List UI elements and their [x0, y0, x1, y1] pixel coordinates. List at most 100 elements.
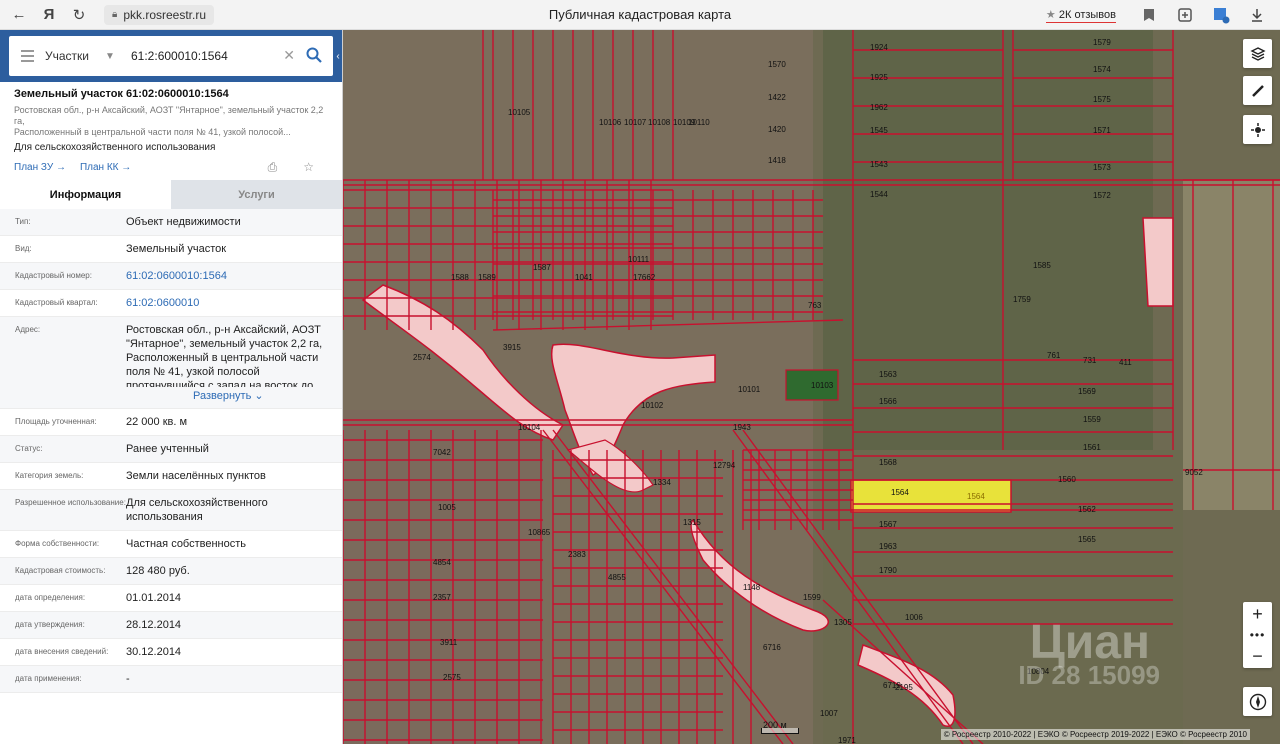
- panel-tabs: Информация Услуги: [0, 180, 342, 209]
- cadastral-number-link[interactable]: 61:02:0600010:1564: [126, 269, 237, 283]
- attr-key: Вид:: [15, 244, 32, 253]
- url-text: pkk.rosreestr.ru: [123, 7, 207, 22]
- attr-value: 28.12.2014: [126, 619, 182, 631]
- zoom-in-icon[interactable]: +: [1243, 602, 1272, 626]
- extension-icon[interactable]: [1168, 0, 1202, 30]
- plan-kk-link[interactable]: План КК →: [80, 162, 131, 173]
- search-input[interactable]: [131, 49, 271, 63]
- tab-info[interactable]: Информация: [0, 180, 171, 209]
- print-icon[interactable]: ⎙: [268, 160, 278, 175]
- parcel-number-label: 1545: [870, 126, 888, 135]
- attributes-table: Тип: Объект недвижимости Вид: Земельный уч…: [0, 209, 342, 693]
- parcel-number-label: 1572: [1093, 191, 1111, 200]
- attr-key: дата определения:: [15, 593, 86, 602]
- attr-value: 22 000 кв. м: [126, 416, 188, 428]
- attr-value: Частная собственность: [126, 538, 247, 550]
- star-icon: ★: [1045, 8, 1056, 21]
- attr-value: Ростовская обл., р-н Аксайский, АОЗТ "Ян…: [126, 324, 323, 387]
- back-arrow-icon[interactable]: ←: [4, 0, 34, 30]
- parcel-number-label: 1562: [1078, 505, 1096, 514]
- plan-zu-link[interactable]: План ЗУ →: [14, 162, 66, 173]
- parcel-number-label: 3915: [503, 343, 521, 352]
- address-bar[interactable]: 🔒︎ pkk.rosreestr.ru: [104, 4, 215, 25]
- collapse-panel-button[interactable]: ‹: [333, 46, 342, 66]
- attr-row: Категория земель: Земли населённых пункто…: [0, 463, 342, 490]
- parcel-number-label: 1963: [879, 542, 897, 551]
- attr-key: дата внесения сведений:: [15, 647, 109, 656]
- parcel-number-label: 1560: [1058, 475, 1076, 484]
- parcel-number-label: 1565: [1078, 535, 1096, 544]
- tab-services[interactable]: Услуги: [171, 180, 342, 209]
- parcel-number-label: 1588: [451, 273, 469, 282]
- attr-value: Для сельскохозяйственного использования: [126, 497, 268, 523]
- parcel-number-label: 1305: [834, 618, 852, 627]
- attr-row: дата внесения сведений: 30.12.2014: [0, 639, 342, 666]
- attr-value: Земли населённых пунктов: [126, 470, 266, 482]
- map-copyright: © Росреестр 2010-2022 | ЕЭКО © Росреестр…: [940, 729, 1250, 740]
- attr-row: дата определения: 01.01.2014: [0, 585, 342, 612]
- reviews-link[interactable]: ★ 2К отзывов: [1045, 8, 1116, 23]
- parcel-number-label: 9052: [1185, 468, 1203, 477]
- attr-key: Форма собственности:: [15, 539, 100, 548]
- attr-row: Статус: Ранее учтенный: [0, 436, 342, 463]
- chevron-down-icon[interactable]: ▼: [105, 51, 131, 62]
- object-header: Земельный участок 61:02:0600010:1564 Рос…: [0, 82, 342, 174]
- selected-parcel[interactable]: [850, 479, 1012, 513]
- download-icon[interactable]: [1240, 0, 1274, 30]
- parcel-number-label: 1924: [870, 43, 888, 52]
- parcel-number-label: 1962: [870, 103, 888, 112]
- menu-icon[interactable]: [9, 36, 45, 76]
- attr-row: Вид: Земельный участок: [0, 236, 342, 263]
- ruler-icon[interactable]: [1243, 76, 1272, 105]
- cadastral-map[interactable]: 1570 1422 1420 1418 1924 1925 1962 1545 1543 1544…: [343, 30, 1280, 744]
- parcel-number-label: 1589: [478, 273, 496, 282]
- parcel-number-label: 1148: [743, 583, 761, 592]
- favorite-icon[interactable]: ☆: [303, 160, 314, 175]
- expand-label: Развернуть: [193, 390, 252, 402]
- parcel-number-label: 3911: [440, 638, 458, 647]
- parcel-number-label: 10111: [628, 255, 650, 264]
- attr-row: Кадастровая стоимость: 128 480 руб.: [0, 558, 342, 585]
- search-icon[interactable]: [305, 46, 325, 66]
- parcel-number-label: 1005: [438, 503, 456, 512]
- attr-value: Объект недвижимости: [126, 216, 241, 228]
- compass-icon[interactable]: [1243, 687, 1272, 716]
- parcel-number-label: 1422: [768, 93, 786, 102]
- profile-icon[interactable]: [1204, 0, 1238, 30]
- attr-row: Разрешенное использование: Для сельскохоз…: [0, 490, 342, 531]
- search-box: Участки ▼ ✕: [9, 36, 333, 76]
- attr-key: Кадастровый номер:: [15, 271, 92, 280]
- reviews-label: 2К отзывов: [1058, 8, 1116, 21]
- parcel-number-label: 1420: [768, 125, 786, 134]
- expand-address-button[interactable]: Развернуть ⌄: [193, 389, 342, 402]
- parcel-number-label: 1790: [879, 566, 897, 575]
- scale-bar: [761, 728, 799, 734]
- more-icon[interactable]: •••: [1243, 626, 1272, 644]
- yandex-icon[interactable]: Я: [34, 0, 64, 30]
- locate-icon[interactable]: [1243, 115, 1272, 144]
- parcel-number-label: 10104: [518, 423, 541, 432]
- parcel-number-label: 1559: [1083, 415, 1101, 424]
- parcel-number-label: 1007: [820, 709, 838, 718]
- parcel-number-label: 1564: [891, 488, 909, 497]
- parcel-number-label: 1571: [1093, 126, 1111, 135]
- parcel-number-label: 1543: [870, 160, 888, 169]
- zoom-out-icon[interactable]: −: [1243, 644, 1272, 668]
- parcel-number-label: 7042: [433, 448, 451, 457]
- parcel-number-label: 10107: [624, 118, 647, 127]
- attr-key: Кадастровая стоимость:: [15, 566, 106, 575]
- parcel-number-label: 1544: [870, 190, 888, 199]
- browser-toolbar: ← Я ↻ 🔒︎ pkk.rosreestr.ru Публичная када…: [0, 0, 1280, 30]
- parcel-number-label: 10106: [599, 118, 622, 127]
- clear-icon[interactable]: ✕: [283, 47, 295, 64]
- bookmark-icon[interactable]: [1132, 0, 1166, 30]
- layers-icon[interactable]: [1243, 39, 1272, 68]
- parcel-number-label: 10102: [641, 401, 664, 410]
- search-type-select[interactable]: Участки: [45, 49, 105, 63]
- lock-icon: 🔒︎: [112, 9, 118, 20]
- reload-icon[interactable]: ↻: [64, 0, 94, 30]
- parcel-number-label: 1575: [1093, 95, 1111, 104]
- parcel-number-label: 1971: [838, 736, 856, 744]
- cadastral-quarter-link[interactable]: 61:02:0600010: [126, 296, 209, 310]
- parcel-number-label: 1943: [733, 423, 751, 432]
